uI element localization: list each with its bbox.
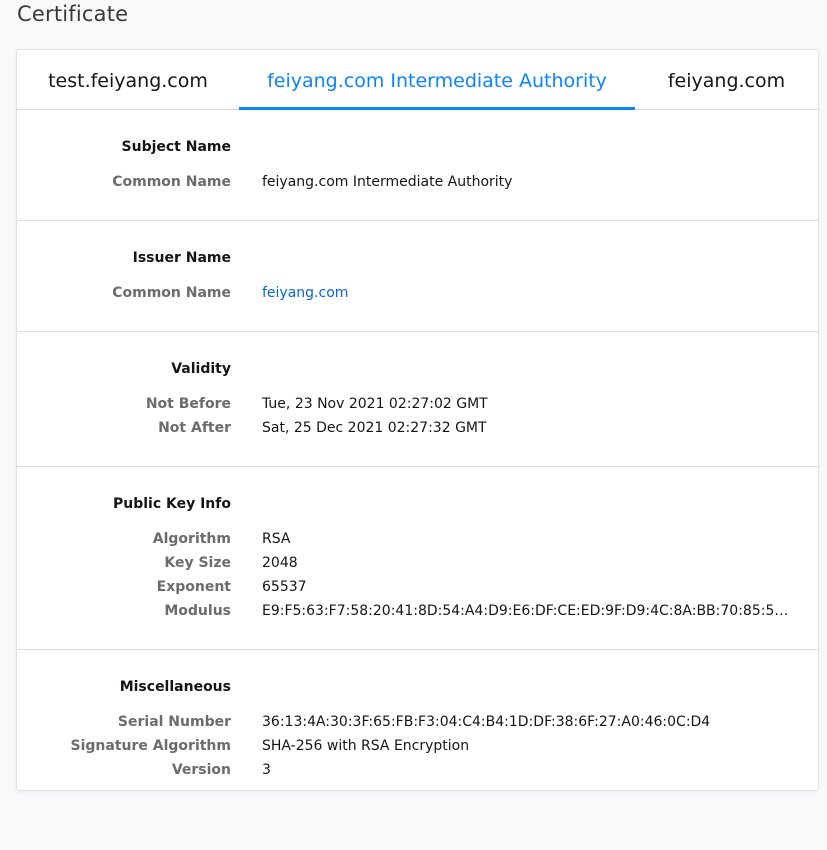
version-row: Version 3 [17,762,818,786]
not-before-row: Not Before Tue, 23 Nov 2021 02:27:02 GMT [17,396,818,420]
field-label: Not After [158,420,231,436]
field-label: Not Before [145,396,231,412]
field-value: 36:13:4A:30:3F:65:FB:F3:04:C4:B4:1D:DF:3… [262,714,711,730]
tab-feiyang-com[interactable]: feiyang.com [635,50,818,109]
field-label: Version [171,762,231,778]
issuer-name-section: Issuer Name Common Name feiyang.com [17,221,818,332]
serial-number-row: Serial Number 36:13:4A:30:3F:65:FB:F3:04… [17,714,818,738]
field-value: Tue, 23 Nov 2021 02:27:02 GMT [262,396,488,412]
issuer-common-name-row: Common Name feiyang.com [17,285,818,309]
field-label: Exponent [156,579,231,595]
tab-intermediate-authority[interactable]: feiyang.com Intermediate Authority [239,50,635,110]
field-label: Signature Algorithm [70,738,231,754]
key-size-row: Key Size 2048 [17,555,818,579]
not-after-row: Not After Sat, 25 Dec 2021 02:27:32 GMT [17,420,818,444]
modulus-row: Modulus E9:F5:63:F7:58:20:41:8D:54:A4:D9… [17,603,818,627]
field-value: Sat, 25 Dec 2021 02:27:32 GMT [262,420,487,436]
field-value: 65537 [262,579,307,595]
certificate-tabs: test.feiyang.com feiyang.com Intermediat… [17,50,818,110]
validity-section: Validity Not Before Tue, 23 Nov 2021 02:… [17,332,818,467]
certificate-card: test.feiyang.com feiyang.com Intermediat… [16,49,819,791]
field-label: Modulus [164,603,231,619]
subject-common-name-row: Common Name feiyang.com Intermediate Aut… [17,174,818,198]
signature-algorithm-row: Signature Algorithm SHA-256 with RSA Enc… [17,738,818,762]
public-key-info-section: Public Key Info Algorithm RSA Key Size 2… [17,467,818,650]
exponent-row: Exponent 65537 [17,579,818,603]
field-value: 3 [262,762,271,778]
public-key-info-title: Public Key Info [112,496,231,512]
page-title: Certificate [17,2,129,26]
miscellaneous-section: Miscellaneous Serial Number 36:13:4A:30:… [17,650,818,850]
field-label: Key Size [164,555,231,571]
issuer-common-name-link[interactable]: feiyang.com [262,285,792,301]
field-label: Algorithm [152,531,231,547]
miscellaneous-title: Miscellaneous [119,679,231,695]
subject-name-section: Subject Name Common Name feiyang.com Int… [17,110,818,221]
validity-title: Validity [171,361,231,377]
field-value: SHA-256 with RSA Encryption [262,738,470,754]
field-value: RSA [262,531,291,547]
modulus-value[interactable]: E9:F5:63:F7:58:20:41:8D:54:A4:D9:E6:DF:C… [262,603,792,619]
issuer-name-title: Issuer Name [132,250,231,266]
tab-test-feiyang-com[interactable]: test.feiyang.com [17,50,239,109]
field-label: Common Name [112,174,231,190]
field-value: 2048 [262,555,298,571]
field-label: Serial Number [117,714,231,730]
field-label: Common Name [112,285,231,301]
field-value: feiyang.com Intermediate Authority [262,174,513,190]
subject-name-title: Subject Name [121,139,231,155]
algorithm-row: Algorithm RSA [17,531,818,555]
